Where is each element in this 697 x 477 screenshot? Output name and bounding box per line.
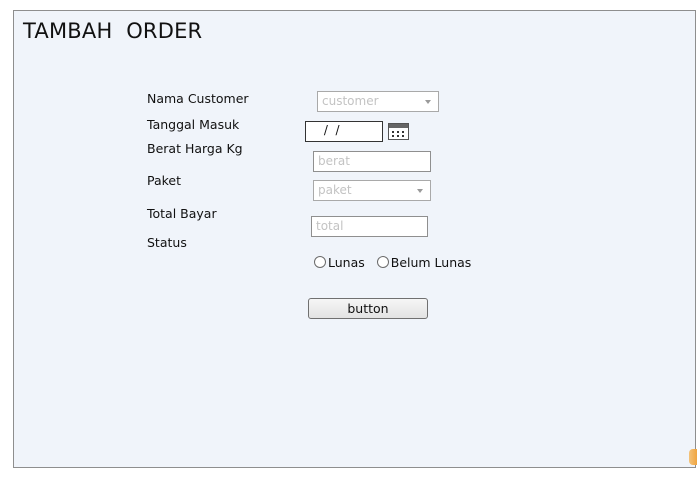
radio-lunas-label: Lunas xyxy=(328,254,365,270)
radio-lunas-circle[interactable] xyxy=(314,256,326,268)
tanggal-masuk-date-field[interactable]: / / xyxy=(305,121,383,142)
radio-belum-lunas-label: Belum Lunas xyxy=(390,254,472,270)
page-title: TAMBAH ORDER xyxy=(23,19,203,43)
paket-combobox[interactable]: paket xyxy=(313,180,431,201)
label-total-bayar: Total Bayar xyxy=(147,206,217,221)
label-paket: Paket xyxy=(147,173,182,188)
label-tanggal-masuk: Tanggal Masuk xyxy=(147,117,240,132)
radio-belum-lunas-circle[interactable] xyxy=(376,256,389,268)
status-radio-group: Lunas Belum Lunas xyxy=(314,253,471,270)
berat-input[interactable]: berat xyxy=(313,151,431,172)
radio-lunas[interactable]: Lunas xyxy=(314,254,365,270)
radio-belum-lunas[interactable]: Belum Lunas xyxy=(376,254,472,270)
customer-placeholder: customer xyxy=(322,94,379,108)
label-berat: Berat Harga Kg xyxy=(147,141,243,156)
chevron-down-icon[interactable] xyxy=(425,100,431,104)
submit-button[interactable]: button xyxy=(308,298,428,319)
calendar-icon[interactable] xyxy=(388,123,409,140)
chevron-down-icon[interactable] xyxy=(417,189,423,193)
paket-placeholder: paket xyxy=(318,183,352,197)
order-form-panel: TAMBAH ORDER Nama Customer customer Tang… xyxy=(13,10,696,468)
total-input[interactable]: total xyxy=(311,216,428,237)
customer-combobox[interactable]: customer xyxy=(317,91,439,112)
label-status: Status xyxy=(147,235,187,250)
label-nama-customer: Nama Customer xyxy=(147,91,249,106)
corner-accent xyxy=(689,449,697,465)
